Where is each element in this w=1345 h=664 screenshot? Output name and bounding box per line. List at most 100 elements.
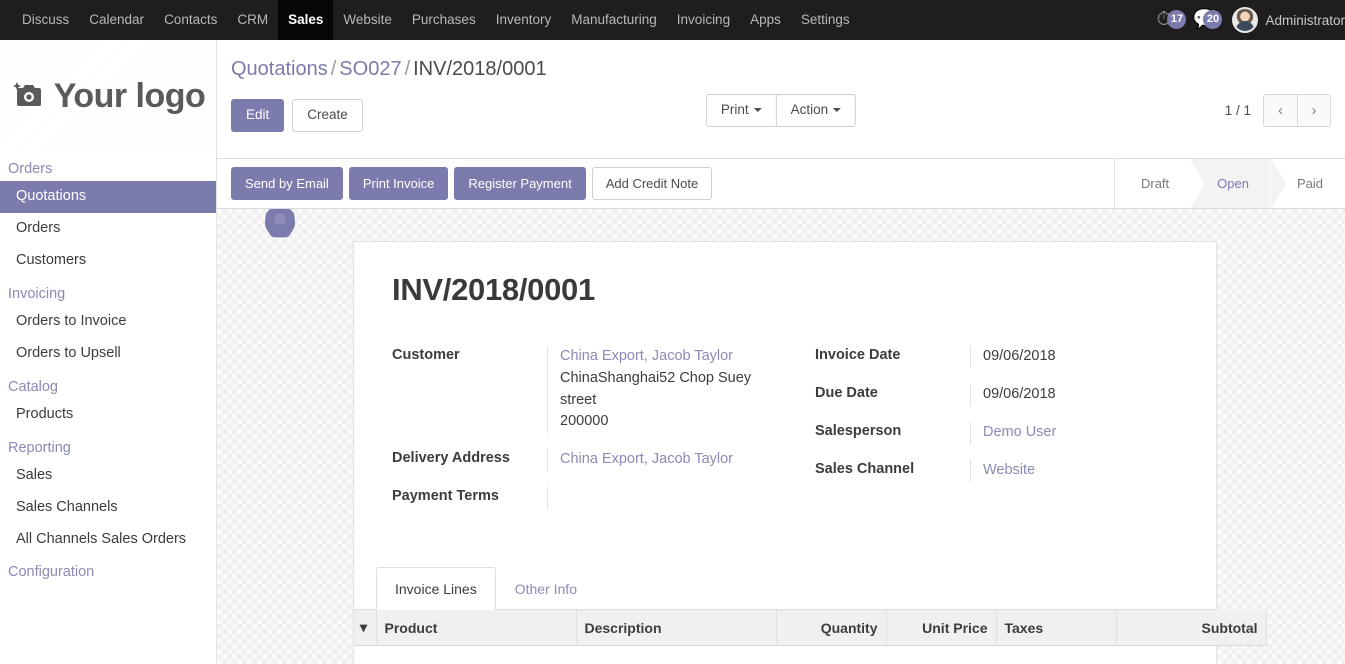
field-label-sales-channel: Sales Channel bbox=[815, 461, 915, 477]
sidebar-item-sales-channels[interactable]: Sales Channels bbox=[0, 492, 216, 524]
chevron-left-icon: ‹ bbox=[1278, 102, 1283, 119]
breadcrumb: Quotations / SO027/INV/2018/0001 bbox=[231, 58, 1327, 81]
address-line: ChinaShanghai52 Chop Suey street bbox=[560, 369, 752, 408]
field-row-salesperson: Salesperson Demo User bbox=[815, 422, 1178, 444]
avatar[interactable] bbox=[1232, 7, 1259, 33]
activity-count: 17 bbox=[1167, 10, 1187, 29]
status-flow: Draft Open Paid bbox=[1113, 159, 1345, 208]
breadcrumb-separator: / bbox=[404, 58, 411, 80]
column-header-description: Description bbox=[576, 610, 777, 646]
sidebar-item-orders-to-upsell[interactable]: Orders to Upsell bbox=[0, 338, 216, 370]
pager-previous-button[interactable]: ‹ bbox=[1263, 94, 1297, 127]
breadcrumb-item-current: INV/2018/0001 bbox=[413, 58, 547, 80]
control-panel: Quotations / SO027/INV/2018/0001 Edit Crea… bbox=[217, 40, 1345, 159]
send-by-email-button[interactable]: Send by Email bbox=[231, 166, 343, 201]
field-value-payment-terms bbox=[547, 487, 785, 509]
sidebar-item-orders[interactable]: Orders bbox=[0, 213, 216, 245]
app-menu-item-calendar[interactable]: Calendar bbox=[79, 0, 154, 40]
print-action-group: Print Action bbox=[705, 94, 857, 127]
create-button[interactable]: Create bbox=[292, 99, 363, 132]
app-menu-item-manufacturing[interactable]: Manufacturing bbox=[561, 0, 667, 40]
app-menu-item-inventory[interactable]: Inventory bbox=[486, 0, 562, 40]
field-label-customer: Customer bbox=[392, 347, 460, 363]
sidebar-nav: Orders Quotations Orders Customers Invoicing… bbox=[0, 152, 216, 584]
field-value-customer: China Export, Jacob Taylor ChinaShanghai5… bbox=[547, 346, 785, 433]
print-label: Print bbox=[720, 102, 749, 117]
invoice-number-title: INV/2018/0001 bbox=[392, 272, 595, 307]
column-header-unit-price: Unit Price bbox=[886, 610, 997, 646]
sidebar: Your logo Orders Quotations Orders Customer… bbox=[0, 40, 217, 664]
app-menu: Discuss Calendar Contacts CRM Sales Website Pu… bbox=[0, 0, 860, 40]
chevron-down-icon bbox=[753, 108, 762, 113]
breadcrumb-item-0[interactable]: Quotations bbox=[231, 58, 328, 80]
invoice-right-fields: Invoice Date 09/06/2018 Due Date 09/06/2018… bbox=[785, 346, 1178, 525]
sidebar-item-orders-to-invoice[interactable]: Orders to Invoice bbox=[0, 306, 216, 338]
messages-badge[interactable]: 💬 20 bbox=[1192, 7, 1223, 33]
username-label[interactable]: Administrator bbox=[1265, 13, 1345, 28]
sidebar-section-catalog: Catalog bbox=[8, 378, 58, 395]
field-label-delivery-address: Delivery Address bbox=[392, 450, 510, 466]
add-credit-note-button[interactable]: Add Credit Note bbox=[591, 166, 713, 201]
app-menu-item-sales[interactable]: Sales bbox=[278, 0, 334, 40]
app-menu-item-contacts[interactable]: Contacts bbox=[154, 0, 227, 40]
camera-icon bbox=[11, 79, 45, 113]
app-menu-item-crm[interactable]: CRM bbox=[227, 0, 278, 40]
field-value-delivery-address: China Export, Jacob Taylor bbox=[547, 449, 785, 471]
field-label-due-date: Due Date bbox=[815, 385, 878, 401]
app-menu-item-purchases[interactable]: Purchases bbox=[402, 0, 486, 40]
partner-link[interactable]: China Export, Jacob Taylor bbox=[560, 451, 733, 467]
systray: ⏱ 17 💬 20 Administrator bbox=[1156, 0, 1345, 40]
app-menu-item-settings[interactable]: Settings bbox=[791, 0, 860, 40]
top-navbar: Discuss Calendar Contacts CRM Sales Website Pu… bbox=[0, 0, 1345, 40]
tab-other-info[interactable]: Other Info bbox=[496, 567, 596, 610]
invoice-lines-table: ▾ Product Description Quantity Unit Price Tax… bbox=[354, 610, 1267, 646]
app-menu-item-apps[interactable]: Apps bbox=[740, 0, 791, 40]
address-line: 200000 bbox=[560, 413, 609, 430]
sidebar-section-configuration: Configuration bbox=[8, 564, 95, 581]
field-row-due-date: Due Date 09/06/2018 bbox=[815, 384, 1178, 406]
column-options-caret-icon[interactable]: ▾ bbox=[354, 610, 377, 646]
app-menu-item-invoicing[interactable]: Invoicing bbox=[667, 0, 740, 40]
sidebar-section-invoicing: Invoicing bbox=[8, 285, 66, 302]
edit-button[interactable]: Edit bbox=[231, 99, 285, 132]
stage-draft[interactable]: Draft bbox=[1114, 159, 1192, 208]
print-dropdown-button[interactable]: Print bbox=[705, 94, 776, 127]
sidebar-item-products[interactable]: Products bbox=[0, 399, 216, 431]
sidebar-item-all-channels-sales-orders[interactable]: All Channels Sales Orders bbox=[0, 524, 216, 556]
register-payment-button[interactable]: Register Payment bbox=[454, 166, 586, 201]
app-menu-item-website[interactable]: Website bbox=[333, 0, 402, 40]
invoice-left-fields: Customer China Export, Jacob Taylor ChinaS… bbox=[392, 346, 785, 525]
print-invoice-button[interactable]: Print Invoice bbox=[348, 166, 449, 201]
chevron-right-icon: › bbox=[1311, 102, 1317, 119]
sidebar-item-sales[interactable]: Sales bbox=[0, 460, 216, 492]
invoice-sheet: INV/2018/0001 Customer China Export, Jaco… bbox=[353, 241, 1267, 664]
action-dropdown-button[interactable]: Action bbox=[775, 94, 857, 127]
field-value-due-date: 09/06/2018 bbox=[970, 384, 1178, 406]
column-header-taxes: Taxes bbox=[996, 610, 1117, 646]
activity-badge[interactable]: ⏱ 17 bbox=[1156, 7, 1187, 33]
field-value-salesperson[interactable]: Demo User bbox=[970, 422, 1178, 444]
table-header-row: ▾ Product Description Quantity Unit Price Tax… bbox=[354, 610, 1267, 646]
action-label: Action bbox=[790, 102, 829, 117]
app-menu-item-discuss[interactable]: Discuss bbox=[12, 0, 79, 40]
field-label-invoice-date: Invoice Date bbox=[815, 347, 901, 363]
column-header-subtotal: Subtotal bbox=[1116, 610, 1267, 646]
breadcrumb-item-1[interactable]: SO027 bbox=[339, 58, 401, 80]
field-row-delivery-address: Delivery Address China Export, Jacob Tayl… bbox=[392, 449, 785, 471]
sidebar-item-quotations[interactable]: Quotations bbox=[0, 181, 216, 213]
column-header-product: Product bbox=[376, 610, 577, 646]
pager: 1 / 1 ‹ › bbox=[1225, 94, 1331, 127]
field-row-payment-terms: Payment Terms bbox=[392, 487, 785, 509]
stage-open[interactable]: Open bbox=[1190, 159, 1286, 208]
sidebar-section-reporting: Reporting bbox=[8, 439, 71, 456]
field-row-customer: Customer China Export, Jacob Taylor ChinaS… bbox=[392, 346, 785, 433]
status-bar: Send by Email Print Invoice Register Payme… bbox=[217, 159, 1345, 209]
sidebar-item-customers[interactable]: Customers bbox=[0, 245, 216, 277]
workflow-buttons: Send by Email Print Invoice Register Payme… bbox=[231, 166, 713, 201]
tab-invoice-lines[interactable]: Invoice Lines bbox=[376, 567, 496, 610]
pager-next-button[interactable]: › bbox=[1297, 94, 1331, 127]
field-value-sales-channel[interactable]: Website bbox=[970, 460, 1178, 482]
field-row-sales-channel: Sales Channel Website bbox=[815, 460, 1178, 482]
partner-link[interactable]: China Export, Jacob Taylor bbox=[560, 348, 733, 364]
brand-logo[interactable]: Your logo bbox=[0, 40, 216, 152]
